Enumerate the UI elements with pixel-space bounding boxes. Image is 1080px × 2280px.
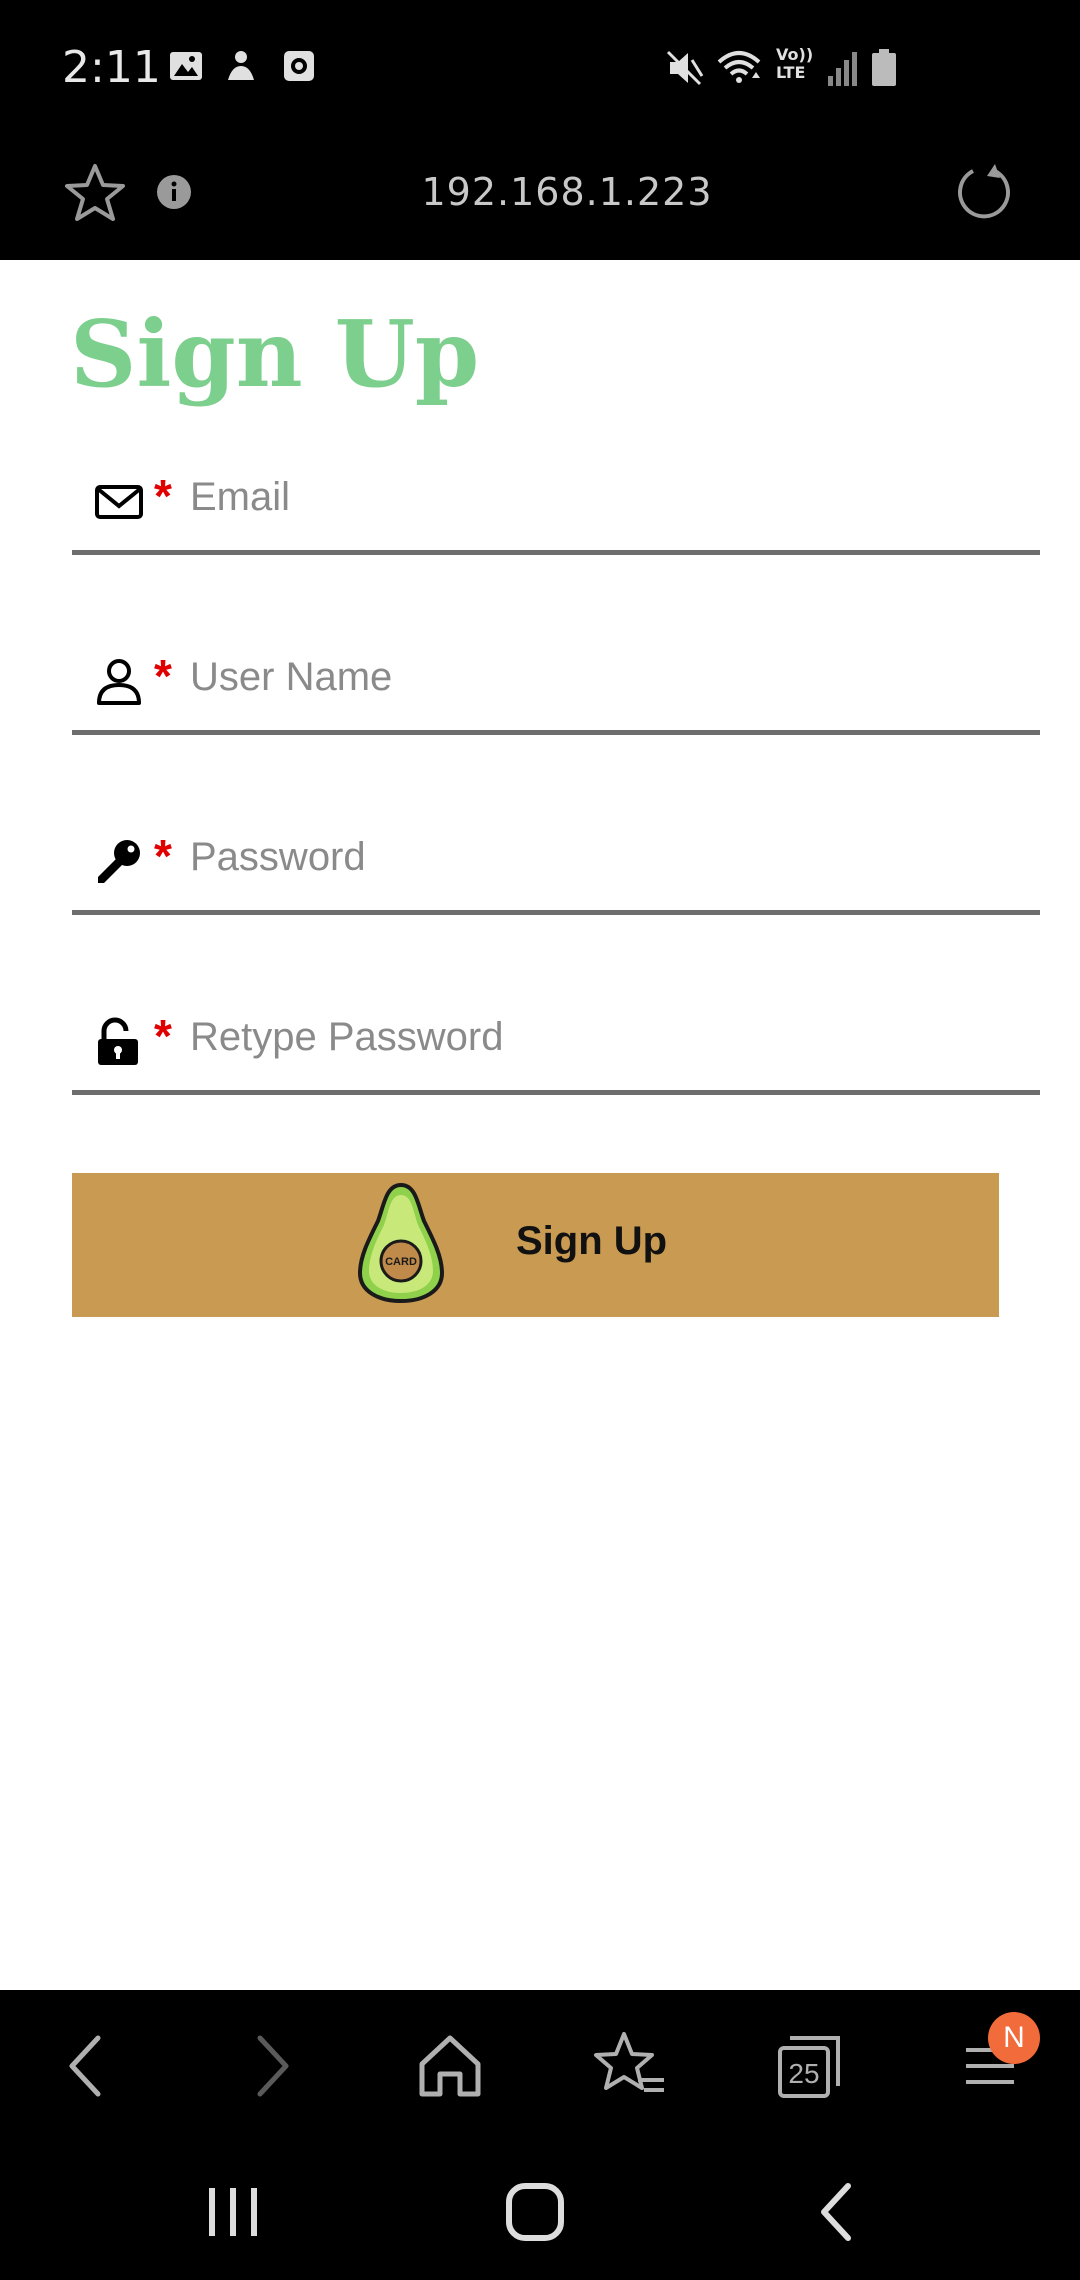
- status-bar: 2:11 Vo)) LTE: [0, 0, 1080, 140]
- home-button-icon[interactable]: [500, 2180, 570, 2244]
- avocado-logo-icon: CARD: [357, 1182, 445, 1304]
- avocado-logo-text: CARD: [385, 1256, 417, 1268]
- username-field: *: [72, 635, 1040, 735]
- menu-notification-badge: N: [988, 2012, 1040, 2064]
- reload-icon[interactable]: [954, 162, 1014, 222]
- volte-icon: Vo)) LTE: [776, 46, 820, 82]
- username-input[interactable]: [190, 645, 1010, 709]
- retype-password-field: *: [72, 995, 1040, 1095]
- system-nav-bar: [0, 2140, 1080, 2280]
- home-icon[interactable]: [412, 2028, 488, 2104]
- retype-password-input[interactable]: [190, 1005, 1010, 1069]
- signal-icon: [828, 52, 857, 86]
- bookmarks-icon[interactable]: [592, 2028, 668, 2104]
- forward-icon[interactable]: [232, 2028, 308, 2104]
- email-input[interactable]: [190, 465, 1010, 529]
- tabs-count: 25: [788, 2058, 819, 2089]
- wifi-icon: [717, 51, 761, 83]
- volte-label-bottom: LTE: [776, 63, 806, 82]
- image-icon: [170, 52, 202, 80]
- required-mark: *: [154, 1010, 172, 1062]
- password-field: *: [72, 815, 1040, 915]
- status-time: 2:11: [62, 42, 161, 93]
- back-icon[interactable]: [50, 2028, 126, 2104]
- required-mark: *: [154, 650, 172, 702]
- page-content: Sign Up * * *: [0, 260, 1080, 1990]
- browser-url-bar: 192.168.1.223: [0, 140, 1080, 260]
- password-input[interactable]: [190, 825, 1010, 889]
- volte-label-top: Vo)): [776, 45, 814, 64]
- mute-icon: [666, 50, 704, 86]
- sign-up-button[interactable]: CARD Sign Up: [72, 1173, 999, 1317]
- back-button-icon[interactable]: [802, 2180, 872, 2244]
- key-icon: [98, 840, 140, 883]
- tabs-icon[interactable]: 25: [772, 2028, 848, 2104]
- battery-icon: [872, 49, 896, 86]
- clock-icon: [284, 51, 314, 81]
- user-icon: [97, 659, 141, 705]
- required-mark: *: [154, 830, 172, 882]
- hand-icon: [228, 51, 254, 80]
- required-mark: *: [154, 470, 172, 522]
- page-title: Sign Up: [70, 300, 480, 408]
- url-text[interactable]: 192.168.1.223: [0, 170, 1080, 214]
- envelope-icon: [95, 485, 143, 519]
- sign-up-button-label: Sign Up: [516, 1219, 668, 1263]
- browser-bottom-bar: 25: [0, 1990, 1080, 2140]
- unlock-icon: [98, 1017, 138, 1065]
- email-field: *: [72, 455, 1040, 555]
- recent-apps-icon[interactable]: [198, 2180, 268, 2244]
